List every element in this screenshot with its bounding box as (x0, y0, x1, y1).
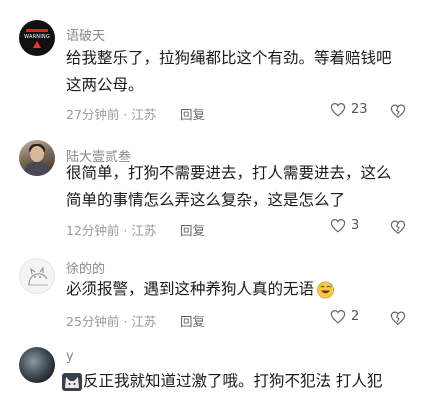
like-button[interactable]: 23 (330, 102, 368, 117)
sweat-smile-emoji (317, 281, 334, 299)
like-button[interactable]: 2 (330, 309, 359, 324)
like-count: 23 (351, 102, 368, 117)
cat-emoji (62, 372, 82, 391)
comment-text: 给我整乐了，拉狗绳都比这个有劲。等着赔钱吧 这两公母。 (66, 49, 392, 94)
comment-meta: 25分钟前 · 江苏 (66, 314, 157, 329)
comment-item: 徐的的 必须报警，遇到这种养狗人真的无语 25分钟前 · 江苏 回复 2 (0, 250, 440, 340)
warning-icon (33, 40, 41, 48)
comment-location: 江苏 (131, 223, 157, 238)
username[interactable]: y (66, 349, 74, 364)
reply-button[interactable]: 回复 (180, 311, 205, 330)
reply-button[interactable]: 回复 (180, 220, 205, 239)
heart-icon (330, 219, 346, 233)
comment-time: 25分钟前 (66, 314, 120, 329)
user-avatar[interactable] (19, 140, 55, 176)
like-button[interactable]: 3 (330, 218, 359, 233)
like-count: 3 (351, 218, 360, 233)
user-avatar[interactable] (19, 258, 55, 294)
user-avatar[interactable]: WARNING (19, 20, 55, 56)
comment-text: 很简单，打狗不需要进去，打人需要进去，这么 简单的事情怎么弄这么复杂，这是怎么了 (66, 164, 392, 209)
username[interactable]: 语破天 (66, 25, 105, 44)
broken-heart-icon[interactable] (390, 103, 406, 119)
comment-text: 必须报警，遇到这种养狗人真的无语 (66, 276, 426, 303)
reply-button[interactable]: 回复 (180, 104, 205, 123)
broken-heart-icon[interactable] (390, 310, 406, 326)
comment-location: 江苏 (131, 314, 157, 329)
comment-item: WARNING 语破天 给我整乐了，拉狗绳都比这个有劲。等着赔钱吧 这两公母。 … (0, 0, 440, 128)
comment-item: 陆大壹贰叁 很简单，打狗不需要进去，打人需要进去，这么 简单的事情怎么弄这么复杂… (0, 128, 440, 250)
comment-meta: 27分钟前 · 江苏 (66, 107, 157, 122)
comment-time: 27分钟前 (66, 107, 120, 122)
cat-sketch-icon (28, 266, 48, 286)
avatar-warning-text: WARNING (24, 33, 50, 40)
comment-item: y 反正我就知道过激了哦。打狗不犯法 打人犯 (0, 340, 440, 400)
heart-icon (330, 103, 346, 117)
username[interactable]: 徐的的 (66, 258, 105, 277)
heart-icon (330, 310, 346, 324)
broken-heart-icon[interactable] (390, 219, 406, 235)
comment-time: 12分钟前 (66, 223, 120, 238)
comment-text: 反正我就知道过激了哦。打狗不犯法 打人犯 (62, 368, 422, 395)
like-count: 2 (351, 309, 360, 324)
comment-meta: 12分钟前 · 江苏 (66, 223, 157, 238)
user-avatar[interactable] (19, 347, 55, 383)
comment-location: 江苏 (131, 107, 157, 122)
